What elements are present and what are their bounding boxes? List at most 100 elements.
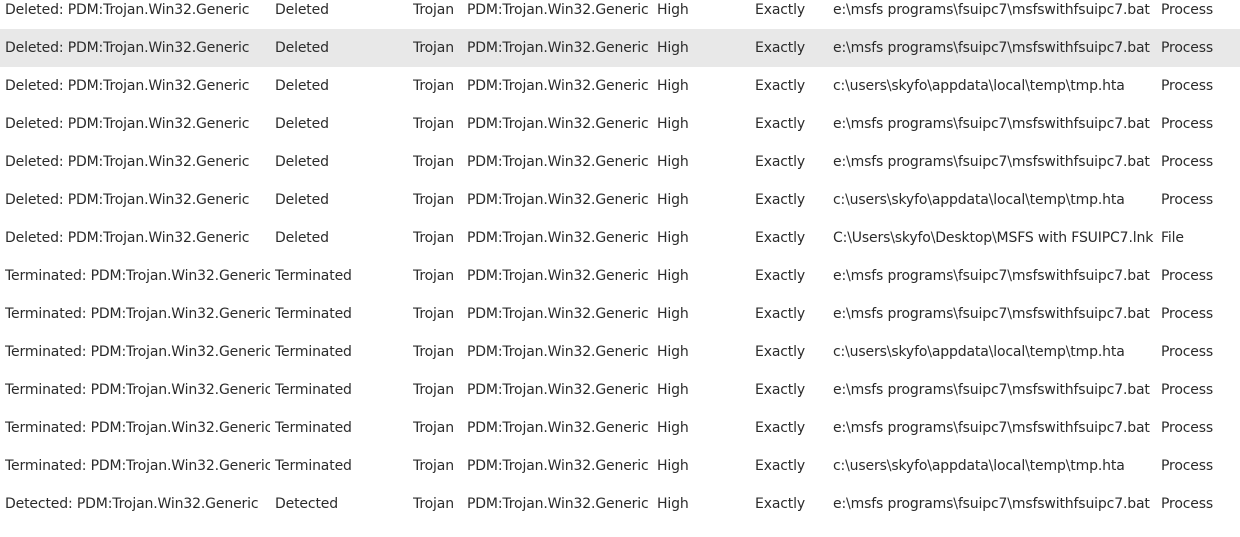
match-cell: Exactly bbox=[755, 458, 806, 474]
threat-name-cell: PDM:Trojan.Win32.Generic bbox=[467, 268, 649, 284]
action-cell: Deleted bbox=[275, 40, 329, 56]
threat-name-cell: PDM:Trojan.Win32.Generic bbox=[467, 230, 649, 246]
severity-cell: High bbox=[657, 40, 689, 56]
action-cell: Deleted bbox=[275, 230, 329, 246]
event-cell: Terminated: PDM:Trojan.Win32.Generic bbox=[5, 306, 270, 322]
threat-name-cell: PDM:Trojan.Win32.Generic bbox=[467, 382, 649, 398]
object-type-cell: Process bbox=[1161, 78, 1214, 94]
object-path-cell: C:\Users\skyfo\Desktop\MSFS with FSUIPC7… bbox=[833, 230, 1154, 246]
table-row[interactable]: Detected: PDM:Trojan.Win32.Generic Detect… bbox=[0, 485, 1240, 523]
table-row[interactable]: Deleted: PDM:Trojan.Win32.Generic Deleted… bbox=[0, 181, 1240, 219]
event-cell: Terminated: PDM:Trojan.Win32.Generic bbox=[5, 268, 270, 284]
type-cell: Trojan bbox=[413, 420, 454, 436]
table-row[interactable]: Deleted: PDM:Trojan.Win32.Generic Deleted… bbox=[0, 143, 1240, 181]
event-cell: Detected: PDM:Trojan.Win32.Generic bbox=[5, 496, 259, 512]
match-cell: Exactly bbox=[755, 344, 806, 360]
action-cell: Deleted bbox=[275, 78, 329, 94]
object-type-cell: Process bbox=[1161, 420, 1214, 436]
object-path-cell: e:\msfs programs\fsuipc7\msfswithfsuipc7… bbox=[833, 382, 1150, 398]
type-cell: Trojan bbox=[413, 40, 454, 56]
table-row[interactable]: Deleted: PDM:Trojan.Win32.Generic Deleted… bbox=[0, 29, 1240, 67]
threat-name-cell: PDM:Trojan.Win32.Generic bbox=[467, 420, 649, 436]
object-type-cell: Process bbox=[1161, 458, 1214, 474]
type-cell: Trojan bbox=[413, 458, 454, 474]
severity-cell: High bbox=[657, 78, 689, 94]
threat-name-cell: PDM:Trojan.Win32.Generic bbox=[467, 116, 649, 132]
match-cell: Exactly bbox=[755, 496, 806, 512]
threat-name-cell: PDM:Trojan.Win32.Generic bbox=[467, 192, 649, 208]
object-path-cell: e:\msfs programs\fsuipc7\msfswithfsuipc7… bbox=[833, 268, 1150, 284]
object-path-cell: c:\users\skyfo\appdata\local\temp\tmp.ht… bbox=[833, 458, 1125, 474]
match-cell: Exactly bbox=[755, 154, 806, 170]
action-cell: Detected bbox=[275, 496, 338, 512]
event-cell: Deleted: PDM:Trojan.Win32.Generic bbox=[5, 230, 250, 246]
table-row[interactable]: Terminated: PDM:Trojan.Win32.Generic Term… bbox=[0, 447, 1240, 485]
match-cell: Exactly bbox=[755, 306, 806, 322]
action-cell: Deleted bbox=[275, 116, 329, 132]
severity-cell: High bbox=[657, 382, 689, 398]
action-cell: Terminated bbox=[275, 382, 352, 398]
object-path-cell: e:\msfs programs\fsuipc7\msfswithfsuipc7… bbox=[833, 154, 1150, 170]
object-type-cell: Process bbox=[1161, 154, 1214, 170]
object-path-cell: e:\msfs programs\fsuipc7\msfswithfsuipc7… bbox=[833, 116, 1150, 132]
match-cell: Exactly bbox=[755, 268, 806, 284]
table-row[interactable]: Deleted: PDM:Trojan.Win32.Generic Deleted… bbox=[0, 219, 1240, 257]
type-cell: Trojan bbox=[413, 344, 454, 360]
match-cell: Exactly bbox=[755, 40, 806, 56]
object-path-cell: c:\users\skyfo\appdata\local\temp\tmp.ht… bbox=[833, 344, 1125, 360]
object-path-cell: e:\msfs programs\fsuipc7\msfswithfsuipc7… bbox=[833, 306, 1150, 322]
table-row[interactable]: Deleted: PDM:Trojan.Win32.Generic Deleted… bbox=[0, 0, 1240, 29]
detection-report-table: Deleted: PDM:Trojan.Win32.Generic Deleted… bbox=[0, 0, 1240, 523]
severity-cell: High bbox=[657, 420, 689, 436]
action-cell: Deleted bbox=[275, 192, 329, 208]
type-cell: Trojan bbox=[413, 306, 454, 322]
match-cell: Exactly bbox=[755, 192, 806, 208]
object-path-cell: e:\msfs programs\fsuipc7\msfswithfsuipc7… bbox=[833, 420, 1150, 436]
object-type-cell: Process bbox=[1161, 192, 1214, 208]
object-type-cell: Process bbox=[1161, 2, 1214, 18]
object-type-cell: Process bbox=[1161, 268, 1214, 284]
threat-name-cell: PDM:Trojan.Win32.Generic bbox=[467, 78, 649, 94]
event-cell: Deleted: PDM:Trojan.Win32.Generic bbox=[5, 78, 250, 94]
severity-cell: High bbox=[657, 496, 689, 512]
action-cell: Terminated bbox=[275, 420, 352, 436]
match-cell: Exactly bbox=[755, 382, 806, 398]
action-cell: Terminated bbox=[275, 344, 352, 360]
severity-cell: High bbox=[657, 192, 689, 208]
event-cell: Deleted: PDM:Trojan.Win32.Generic bbox=[5, 192, 250, 208]
action-cell: Deleted bbox=[275, 2, 329, 18]
object-type-cell: Process bbox=[1161, 344, 1214, 360]
type-cell: Trojan bbox=[413, 268, 454, 284]
object-path-cell: e:\msfs programs\fsuipc7\msfswithfsuipc7… bbox=[833, 496, 1150, 512]
action-cell: Terminated bbox=[275, 306, 352, 322]
type-cell: Trojan bbox=[413, 154, 454, 170]
object-path-cell: c:\users\skyfo\appdata\local\temp\tmp.ht… bbox=[833, 78, 1125, 94]
severity-cell: High bbox=[657, 154, 689, 170]
threat-name-cell: PDM:Trojan.Win32.Generic bbox=[467, 458, 649, 474]
table-row[interactable]: Terminated: PDM:Trojan.Win32.Generic Term… bbox=[0, 409, 1240, 447]
event-cell: Deleted: PDM:Trojan.Win32.Generic bbox=[5, 2, 250, 18]
action-cell: Terminated bbox=[275, 458, 352, 474]
threat-name-cell: PDM:Trojan.Win32.Generic bbox=[467, 344, 649, 360]
type-cell: Trojan bbox=[413, 192, 454, 208]
match-cell: Exactly bbox=[755, 230, 806, 246]
severity-cell: High bbox=[657, 2, 689, 18]
severity-cell: High bbox=[657, 306, 689, 322]
severity-cell: High bbox=[657, 268, 689, 284]
threat-name-cell: PDM:Trojan.Win32.Generic bbox=[467, 154, 649, 170]
table-row[interactable]: Terminated: PDM:Trojan.Win32.Generic Term… bbox=[0, 295, 1240, 333]
table-row[interactable]: Terminated: PDM:Trojan.Win32.Generic Term… bbox=[0, 371, 1240, 409]
severity-cell: High bbox=[657, 458, 689, 474]
severity-cell: High bbox=[657, 230, 689, 246]
table-row[interactable]: Terminated: PDM:Trojan.Win32.Generic Term… bbox=[0, 333, 1240, 371]
threat-name-cell: PDM:Trojan.Win32.Generic bbox=[467, 306, 649, 322]
table-row[interactable]: Deleted: PDM:Trojan.Win32.Generic Deleted… bbox=[0, 67, 1240, 105]
object-type-cell: Process bbox=[1161, 496, 1214, 512]
type-cell: Trojan bbox=[413, 116, 454, 132]
table-row[interactable]: Deleted: PDM:Trojan.Win32.Generic Deleted… bbox=[0, 105, 1240, 143]
type-cell: Trojan bbox=[413, 230, 454, 246]
match-cell: Exactly bbox=[755, 2, 806, 18]
event-cell: Terminated: PDM:Trojan.Win32.Generic bbox=[5, 420, 270, 436]
table-row[interactable]: Terminated: PDM:Trojan.Win32.Generic Term… bbox=[0, 257, 1240, 295]
object-type-cell: Process bbox=[1161, 40, 1214, 56]
